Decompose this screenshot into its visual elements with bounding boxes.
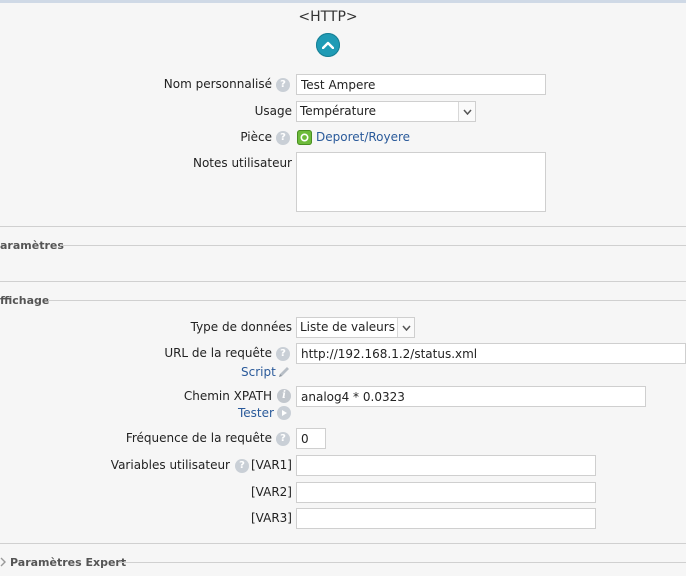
parameters-section-title[interactable]: aramètres — [0, 239, 64, 252]
notes-textarea[interactable] — [296, 152, 546, 212]
section-divider — [0, 543, 686, 544]
var2-label: [VAR2] — [251, 485, 292, 499]
info-icon[interactable]: i — [277, 389, 291, 403]
collapse-button[interactable] — [316, 33, 340, 57]
frequency-input[interactable] — [296, 428, 326, 449]
datatype-selected-value: Liste de valeurs — [300, 320, 395, 334]
name-input[interactable] — [296, 74, 546, 95]
test-link[interactable]: Tester — [238, 406, 274, 420]
frequency-label: Fréquence de la requête — [125, 431, 272, 445]
var1-input[interactable] — [296, 455, 596, 476]
datatype-select[interactable]: Liste de valeurs — [296, 317, 415, 338]
notes-label: Notes utilisateur — [192, 156, 292, 170]
section-divider — [118, 562, 686, 563]
script-link[interactable]: Script — [241, 365, 276, 379]
section-divider — [60, 245, 686, 246]
expert-section-title[interactable]: Paramètres Expert — [10, 556, 126, 569]
name-label: Nom personnalisé — [163, 77, 272, 91]
dropdown-arrow[interactable] — [458, 102, 475, 121]
var3-input[interactable] — [296, 508, 596, 529]
room-link[interactable]: Deporet/Royere — [316, 130, 410, 144]
datatype-label: Type de données — [190, 320, 292, 334]
display-section-title[interactable]: ffichage — [0, 294, 49, 307]
chevron-down-icon — [401, 325, 411, 331]
section-divider — [0, 281, 686, 282]
dropdown-arrow[interactable] — [397, 318, 414, 337]
var1-label: [VAR1] — [251, 458, 292, 472]
help-icon[interactable]: ? — [235, 459, 249, 473]
xpath-label: Chemin XPATH — [183, 389, 272, 403]
usage-select[interactable]: Température — [296, 101, 476, 122]
xpath-input[interactable] — [296, 386, 646, 407]
help-icon[interactable]: ? — [276, 432, 290, 446]
help-icon[interactable]: ? — [276, 78, 290, 92]
room-label: Pièce — [240, 130, 272, 144]
chevron-up-icon — [322, 41, 334, 49]
device-type-title: <HTTP> — [298, 9, 358, 25]
url-input[interactable] — [296, 343, 686, 364]
url-label: URL de la requête — [164, 346, 272, 360]
var3-label: [VAR3] — [251, 511, 292, 525]
pencil-icon[interactable] — [277, 365, 291, 379]
section-divider — [0, 226, 686, 227]
room-icon — [297, 130, 312, 145]
play-icon[interactable] — [277, 406, 291, 420]
chevron-right-icon[interactable] — [0, 557, 6, 567]
usage-selected-value: Température — [300, 104, 377, 118]
help-icon[interactable]: ? — [276, 347, 290, 361]
top-border — [0, 0, 686, 3]
user-variables-label: Variables utilisateur — [110, 458, 230, 472]
help-icon[interactable]: ? — [276, 131, 290, 145]
chevron-down-icon — [462, 109, 472, 115]
usage-label: Usage — [254, 104, 292, 118]
var2-input[interactable] — [296, 482, 596, 503]
section-divider — [48, 300, 686, 301]
